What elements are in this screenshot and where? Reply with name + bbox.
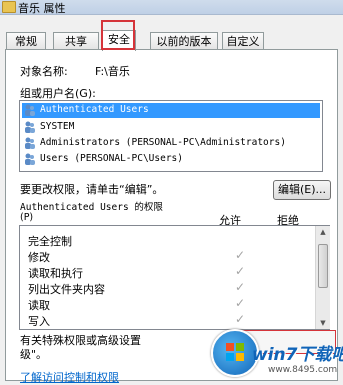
tab-previous-versions[interactable]: 以前的版本 — [150, 32, 218, 50]
list-item[interactable]: Users (PERSONAL-PC\Users) — [22, 152, 320, 167]
group-user-list[interactable]: Authenticated Users SYSTEM Administrator… — [19, 100, 323, 172]
allow-check-icon: ✓ — [235, 296, 246, 310]
permissions-list: 完全控制 修改 ✓ 读取和执行 ✓ 列出文件夹内容 ✓ 读取 ✓ 写入 ✓ — [19, 225, 330, 330]
scroll-up-arrow-icon[interactable]: ▲ — [316, 226, 330, 238]
tab-sharing[interactable]: 共享 — [53, 32, 99, 50]
special-permissions-hint-tail: 级"。 — [20, 348, 48, 361]
list-item[interactable]: SYSTEM — [22, 120, 320, 135]
list-item: 读取和执行 ✓ — [28, 264, 318, 280]
edit-button[interactable]: 编辑(E)... — [273, 180, 331, 200]
permission-name: 读取 — [28, 299, 50, 312]
permission-name: 修改 — [28, 251, 50, 264]
scroll-thumb[interactable] — [318, 244, 328, 288]
list-item: 修改 ✓ — [28, 248, 318, 264]
group-name: Authenticated Users — [40, 104, 149, 115]
object-name-value: F:\音乐 — [95, 65, 130, 78]
group-name: Administrators (PERSONAL-PC\Administrato… — [40, 137, 286, 148]
list-item: 列出文件夹内容 ✓ — [28, 280, 318, 296]
watermark-brand: win7下载吧 — [252, 345, 343, 365]
users-icon — [25, 104, 35, 116]
watermark-url: www.8495.com — [268, 365, 338, 375]
permission-name: 读取和执行 — [28, 267, 83, 280]
permission-name: 列出文件夹内容 — [28, 283, 105, 296]
list-item[interactable]: Authenticated Users — [22, 103, 320, 118]
permission-name: 写入 — [28, 315, 50, 328]
permission-name: 完全控制 — [28, 235, 72, 248]
tab-general[interactable]: 常规 — [6, 32, 46, 50]
list-item: 完全控制 — [28, 232, 318, 248]
title-bar: 音乐 属性 — [0, 0, 343, 15]
permissions-header-accesskey: (P) — [20, 212, 34, 223]
users-icon — [25, 121, 35, 133]
windows-flag-icon — [226, 343, 244, 361]
object-name-label: 对象名称: — [20, 65, 68, 78]
tab-strip: 常规 共享 安全 以前的版本 自定义 — [0, 20, 343, 51]
list-item: 写入 ✓ — [28, 312, 318, 328]
active-tab-highlight — [101, 20, 135, 50]
allow-check-icon: ✓ — [235, 280, 246, 294]
scroll-down-arrow-icon[interactable]: ▼ — [316, 317, 330, 329]
folder-icon — [2, 1, 16, 13]
users-icon — [25, 153, 35, 165]
group-name: Users (PERSONAL-PC\Users) — [40, 153, 183, 164]
permissions-scrollbar[interactable]: ▲ ▼ — [315, 226, 330, 329]
list-item: 读取 ✓ — [28, 296, 318, 312]
change-permissions-hint: 要更改权限，请单击“编辑”。 — [20, 183, 164, 196]
list-item[interactable]: Administrators (PERSONAL-PC\Administrato… — [22, 136, 320, 151]
group-name: SYSTEM — [40, 121, 75, 132]
groups-label: 组或用户名(G): — [20, 87, 96, 100]
allow-check-icon: ✓ — [235, 264, 246, 278]
allow-check-icon: ✓ — [235, 312, 246, 326]
window-title: 音乐 属性 — [18, 2, 66, 15]
users-icon — [25, 137, 35, 149]
tab-customize[interactable]: 自定义 — [222, 32, 264, 50]
permissions-header: Authenticated Users 的权限 — [20, 202, 163, 213]
allow-check-icon: ✓ — [235, 248, 246, 262]
